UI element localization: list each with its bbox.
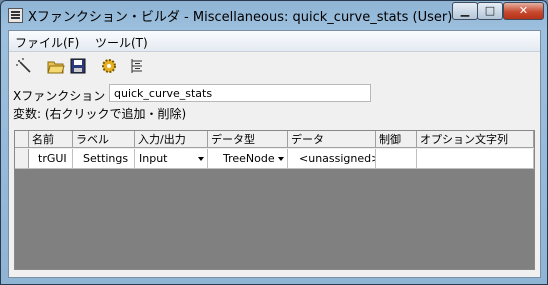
close-icon: ✕ — [518, 4, 529, 17]
cell-name[interactable]: trGUI — [29, 149, 73, 169]
app-window: Xファンクション・ビルダ - Miscellaneous: quick_curv… — [0, 0, 548, 285]
table-row[interactable]: trGUI Settings Input TreeNode <unassigne… — [15, 149, 534, 169]
tree-view-icon[interactable] — [128, 57, 146, 75]
cell-type-value: TreeNode — [223, 152, 275, 165]
cell-control[interactable] — [376, 149, 417, 169]
cell-options[interactable] — [417, 149, 534, 169]
app-icon[interactable] — [8, 8, 23, 23]
cell-io-dropdown[interactable]: Input — [135, 149, 208, 169]
client-area: ファイル(F) ツール(T) Xファンクション 変数: (右クリックで追加・削除… — [8, 30, 541, 278]
cell-label[interactable]: Settings — [73, 149, 135, 169]
column-header-label[interactable]: ラベル — [73, 131, 135, 148]
title-bar[interactable]: Xファンクション・ビルダ - Miscellaneous: quick_curv… — [1, 1, 547, 29]
xfunction-label: Xファンクション — [13, 89, 106, 103]
variables-grid[interactable]: 名前 ラベル 入力/出力 データ型 データ 制御 オプション文字列 trGUI … — [14, 130, 535, 270]
grid-header: 名前 ラベル 入力/出力 データ型 データ 制御 オプション文字列 — [15, 131, 534, 149]
close-button[interactable]: ✕ — [503, 2, 544, 20]
toolbar — [9, 53, 540, 79]
window-title: Xファンクション・ビルダ - Miscellaneous: quick_curv… — [28, 10, 453, 25]
maximize-button[interactable]: □ — [477, 2, 503, 20]
cell-io-value: Input — [139, 152, 168, 165]
new-wand-icon[interactable] — [15, 57, 33, 75]
minimize-button[interactable]: ▁ — [452, 2, 478, 20]
cell-data[interactable]: <unassigned> — [288, 149, 376, 169]
open-folder-icon[interactable] — [47, 57, 65, 75]
column-header-data[interactable]: データ — [288, 131, 376, 148]
menu-file[interactable]: ファイル(F) — [15, 34, 79, 51]
settings-gear-icon[interactable] — [100, 57, 118, 75]
save-disk-icon[interactable] — [69, 57, 87, 75]
column-header-type[interactable]: データ型 — [208, 131, 288, 148]
column-header-options[interactable]: オプション文字列 — [417, 131, 534, 148]
menu-bar: ファイル(F) ツール(T) — [9, 31, 540, 52]
column-header-io[interactable]: 入力/出力 — [135, 131, 208, 148]
column-header-name[interactable]: 名前 — [29, 131, 73, 148]
cell-type-dropdown[interactable]: TreeNode — [208, 149, 288, 169]
header-corner — [15, 131, 29, 148]
minimize-icon: ▁ — [460, 4, 470, 17]
row-header[interactable] — [15, 149, 29, 169]
chevron-down-icon — [198, 157, 204, 161]
maximize-icon: □ — [484, 4, 496, 17]
xfunction-name-input[interactable] — [109, 84, 371, 102]
menu-tools[interactable]: ツール(T) — [95, 34, 148, 51]
column-header-control[interactable]: 制御 — [376, 131, 417, 148]
variables-label: 変数: (右クリックで追加・削除) — [13, 107, 187, 121]
chevron-down-icon — [278, 157, 284, 161]
